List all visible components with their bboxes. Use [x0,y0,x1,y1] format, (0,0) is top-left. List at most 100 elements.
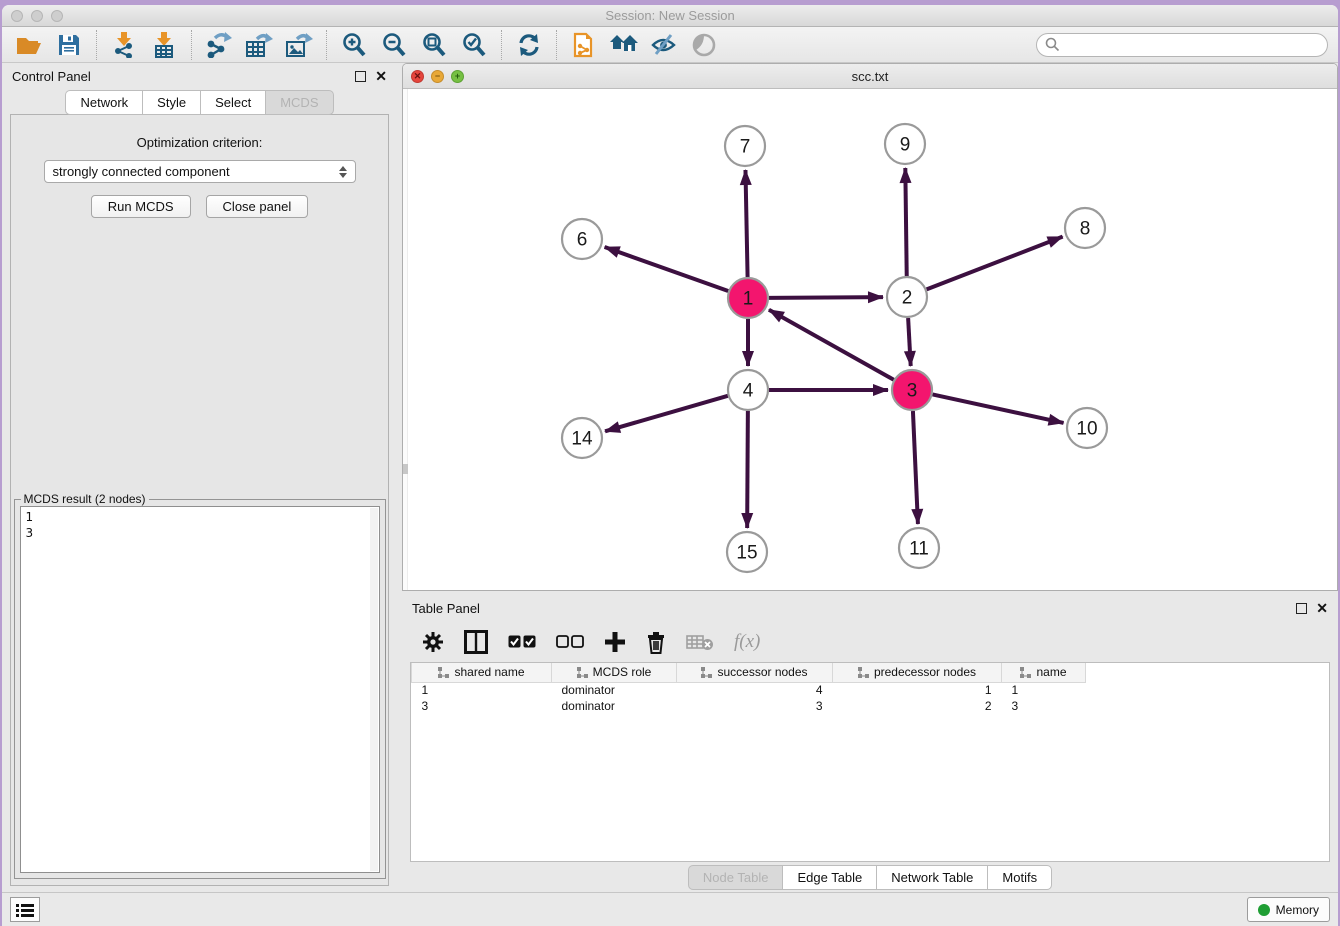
network-graph[interactable]: 1 2 3 4 6 7 8 9 10 11 14 15 [403,89,1337,590]
table-row[interactable]: 3dominator323 [412,698,1086,714]
table-cell[interactable]: 1 [1002,682,1086,698]
refresh-icon[interactable] [514,31,544,59]
edge-2-9[interactable] [905,168,906,276]
graph-node-3[interactable]: 3 [892,370,932,410]
tab-select[interactable]: Select [200,90,265,115]
window-title: Session: New Session [2,8,1338,23]
column-header-MCDS-role[interactable]: MCDS role [552,663,677,682]
graph-node-11[interactable]: 11 [899,528,939,568]
network-window-titlebar[interactable]: ✕ − + scc.txt [403,64,1337,89]
svg-text:4: 4 [743,381,754,402]
select-all-checkboxes-icon[interactable] [508,635,536,649]
optimization-criterion-label: Optimization criterion: [137,135,263,150]
criterion-select[interactable]: strongly connected component [44,160,356,183]
graph-node-9[interactable]: 9 [885,124,925,164]
table-cell[interactable]: 2 [833,698,1002,714]
memory-button[interactable]: Memory [1247,897,1330,922]
table-cell[interactable]: 3 [1002,698,1086,714]
tab-mcds[interactable]: MCDS [265,90,333,115]
graph-node-10[interactable]: 10 [1067,408,1107,448]
column-header-successor-nodes[interactable]: successor nodes [677,663,833,682]
tab-network[interactable]: Network [65,90,142,115]
edge-2-8[interactable] [927,237,1063,290]
graph-node-1[interactable]: 1 [728,278,768,318]
birdseye-view-icon[interactable] [689,31,719,59]
graph-node-7[interactable]: 7 [725,126,765,166]
table-float-panel-icon[interactable] [1296,603,1307,614]
tab-style[interactable]: Style [142,90,200,115]
float-panel-icon[interactable] [355,71,366,82]
edge-1-2[interactable] [769,297,883,298]
table-cell[interactable]: 1 [833,682,1002,698]
graph-node-8[interactable]: 8 [1065,208,1105,248]
edge-3-10[interactable] [933,394,1064,422]
application-window: Session: New Session [2,5,1338,926]
graph-node-4[interactable]: 4 [728,370,768,410]
table-cell[interactable]: dominator [552,698,677,714]
table-tab-motifs[interactable]: Motifs [987,865,1052,890]
graph-node-15[interactable]: 15 [727,532,767,572]
zoom-selected-icon[interactable] [459,31,489,59]
graph-node-6[interactable]: 6 [562,219,602,259]
gear-icon[interactable] [422,631,444,653]
open-folder-icon[interactable] [14,31,44,59]
hide-details-icon[interactable] [649,31,679,59]
search-input[interactable] [1060,38,1327,52]
import-network-icon[interactable] [109,31,139,59]
zoom-in-icon[interactable] [339,31,369,59]
svg-text:10: 10 [1076,419,1097,440]
title-bar[interactable]: Session: New Session [2,5,1338,27]
edge-3-11[interactable] [913,411,918,524]
graph-node-2[interactable]: 2 [887,277,927,317]
task-history-button[interactable] [10,897,40,922]
close-panel-button[interactable]: Close panel [206,195,309,218]
network-canvas[interactable]: 1 2 3 4 6 7 8 9 10 11 14 15 [403,89,1337,591]
zoom-fit-icon[interactable] [419,31,449,59]
table-cell[interactable]: 4 [677,682,833,698]
result-scrollbar[interactable] [370,508,378,871]
column-header-name[interactable]: name [1002,663,1086,682]
mcds-result-list[interactable]: 13 [20,506,380,873]
table-tab-edge-table[interactable]: Edge Table [782,865,876,890]
search-box[interactable] [1036,33,1328,57]
export-image-icon[interactable] [284,31,314,59]
export-network-icon[interactable] [204,31,234,59]
zoom-out-icon[interactable] [379,31,409,59]
graph-node-14[interactable]: 14 [562,418,602,458]
run-mcds-button[interactable]: Run MCDS [91,195,191,218]
delete-column-icon[interactable] [646,630,666,654]
edge-3-1[interactable] [769,310,894,380]
edge-1-6[interactable] [605,247,729,291]
node-table[interactable]: shared nameMCDS rolesuccessor nodesprede… [410,662,1330,862]
edge-4-14[interactable] [605,396,728,432]
table-cell[interactable]: dominator [552,682,677,698]
show-all-networks-icon[interactable] [609,31,639,59]
edge-4-15[interactable] [747,411,748,528]
add-column-icon[interactable] [604,631,626,653]
duplicate-network-icon[interactable] [569,31,599,59]
column-header-predecessor-nodes[interactable]: predecessor nodes [833,663,1002,682]
delete-table-icon[interactable] [686,633,714,651]
column-hierarchy-icon [1020,667,1031,678]
table-tab-node-table[interactable]: Node Table [688,865,783,890]
vertical-scrollbar[interactable] [403,89,408,590]
import-table-icon[interactable] [149,31,179,59]
table-cell[interactable]: 1 [412,682,552,698]
save-session-icon[interactable] [54,31,84,59]
export-table-icon[interactable] [244,31,274,59]
column-header-shared-name[interactable]: shared name [412,663,552,682]
edge-1-7[interactable] [745,170,747,277]
close-panel-icon[interactable]: ✕ [375,71,387,82]
table-cell[interactable]: 3 [412,698,552,714]
table-tab-network-table[interactable]: Network Table [876,865,987,890]
svg-text:14: 14 [571,429,593,450]
edge-2-3[interactable] [908,318,911,366]
column-layout-icon[interactable] [464,630,488,654]
memory-status-icon [1258,904,1270,916]
table-row[interactable]: 1dominator411 [412,682,1086,698]
deselect-all-checkboxes-icon[interactable] [556,635,584,649]
control-panel-tabs: NetworkStyleSelectMCDS [2,90,397,115]
table-close-panel-icon[interactable]: ✕ [1316,603,1328,614]
network-window-title: scc.txt [403,69,1337,84]
table-cell[interactable]: 3 [677,698,833,714]
